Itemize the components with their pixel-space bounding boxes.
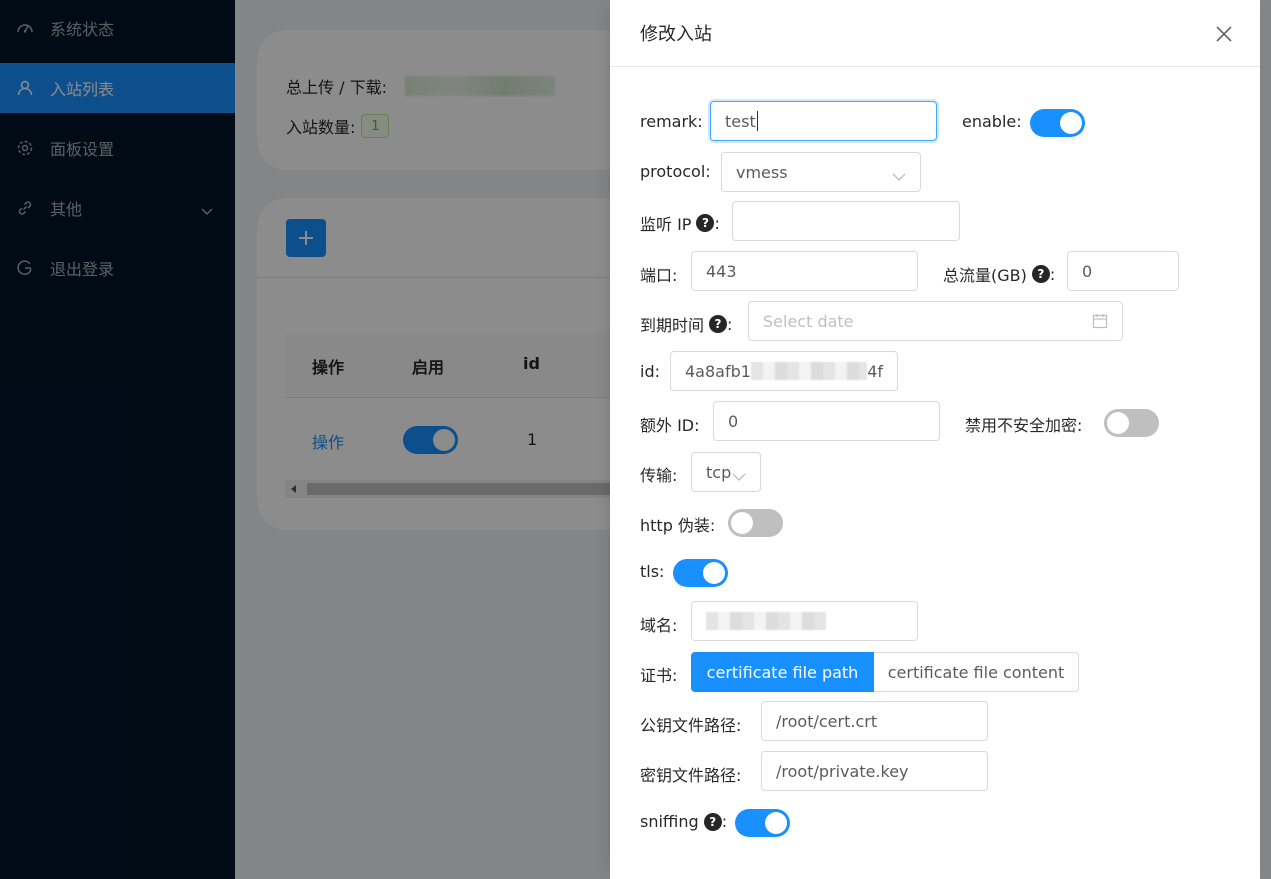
private-key-path-label: 密钥文件路径:	[640, 766, 742, 785]
id-value-end: 4f	[867, 361, 883, 381]
protocol-select[interactable]: vmess	[721, 152, 921, 192]
certificate-file-content-label: certificate file content	[887, 662, 1065, 682]
private-key-path-value: /root/private.key	[776, 761, 909, 781]
public-key-path-input[interactable]: /root/cert.crt	[761, 701, 988, 741]
expiry-label-text: 到期时间	[640, 316, 705, 335]
public-key-path-label: 公钥文件路径:	[640, 716, 742, 735]
colon: :	[721, 812, 728, 831]
id-value-start: 4a8afb1	[685, 361, 751, 381]
expiry-label: 到期时间 ? :	[640, 312, 732, 336]
sniffing-label-text: sniffing	[640, 812, 699, 831]
certificate-file-content-option[interactable]: certificate file content	[874, 652, 1079, 692]
remark-value: test	[725, 111, 756, 131]
tls-switch[interactable]	[673, 559, 728, 587]
total-traffic-value: 0	[1082, 261, 1093, 281]
sniffing-label: sniffing ? :	[640, 812, 727, 831]
http-obfs-switch[interactable]	[728, 509, 783, 537]
redacted-id	[750, 362, 868, 380]
enable-switch[interactable]	[1030, 109, 1085, 137]
close-icon[interactable]	[1214, 24, 1234, 44]
port-value: 443	[706, 261, 737, 281]
sniffing-switch[interactable]	[735, 809, 790, 837]
private-key-path-input[interactable]: /root/private.key	[761, 751, 988, 791]
listen-ip-label-text: 监听 IP	[640, 215, 692, 234]
certificate-label: 证书:	[640, 666, 678, 685]
total-traffic-input[interactable]: 0	[1067, 251, 1179, 291]
alter-id-input[interactable]: 0	[713, 401, 940, 441]
question-icon[interactable]: ?	[1031, 265, 1050, 283]
total-traffic-label: 总流量(GB) ? :	[943, 262, 1055, 286]
tls-label: tls:	[640, 562, 665, 581]
disable-insecure-label: 禁用不安全加密:	[965, 416, 1083, 435]
edit-inbound-drawer: 修改入站 remark: test enable: protocol: vmes…	[610, 0, 1260, 879]
colon: :	[1049, 264, 1056, 284]
alter-id-value: 0	[728, 411, 739, 431]
expiry-date-picker[interactable]: Select date	[748, 301, 1123, 341]
question-icon[interactable]: ?	[709, 315, 728, 333]
certificate-file-path-label: certificate file path	[706, 662, 859, 682]
total-traffic-label-text: 总流量(GB)	[943, 266, 1027, 285]
drawer-title: 修改入站	[640, 24, 712, 45]
redacted-domain	[706, 612, 826, 630]
question-icon[interactable]: ?	[696, 214, 715, 232]
alter-id-label: 额外 ID:	[640, 416, 700, 435]
public-key-path-value: /root/cert.crt	[776, 711, 878, 731]
drawer-header: 修改入站	[610, 0, 1260, 67]
certificate-file-path-option[interactable]: certificate file path	[691, 652, 874, 692]
question-icon[interactable]: ?	[703, 812, 722, 831]
remark-input[interactable]: test	[710, 101, 937, 141]
domain-input[interactable]	[691, 601, 918, 641]
transport-value: tcp	[706, 462, 732, 482]
transport-label: 传输:	[640, 466, 678, 485]
colon: :	[714, 213, 720, 233]
protocol-label: protocol:	[640, 162, 711, 181]
calendar-icon	[1092, 313, 1108, 333]
protocol-value: vmess	[736, 162, 788, 182]
expiry-placeholder: Select date	[763, 311, 854, 331]
chevron-down-icon	[732, 467, 746, 486]
listen-ip-input[interactable]	[732, 201, 960, 241]
domain-label: 域名:	[640, 616, 678, 635]
chevron-down-icon	[892, 167, 906, 186]
remark-label: remark:	[640, 112, 703, 131]
enable-label: enable:	[962, 112, 1022, 131]
http-obfs-label: http 伪装:	[640, 516, 716, 535]
colon: :	[727, 314, 733, 334]
port-label: 端口:	[640, 266, 678, 285]
listen-ip-label: 监听 IP ? :	[640, 211, 720, 235]
id-label: id:	[640, 362, 660, 381]
disable-insecure-switch[interactable]	[1104, 409, 1159, 437]
transport-select[interactable]: tcp	[691, 452, 761, 492]
id-input[interactable]: 4a8afb1 4f	[670, 351, 898, 391]
port-input[interactable]: 443	[691, 251, 918, 291]
